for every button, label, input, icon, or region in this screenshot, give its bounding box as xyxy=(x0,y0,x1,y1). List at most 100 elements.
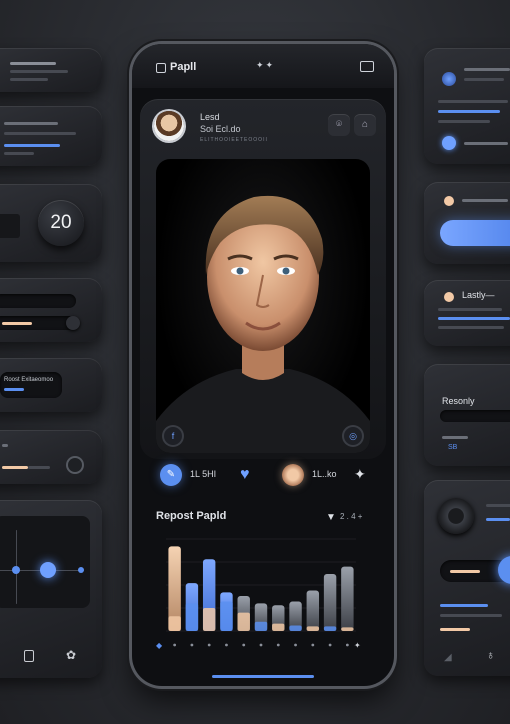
stat-right: 1L..ko xyxy=(312,469,337,479)
chart-bar-secondary[interactable] xyxy=(272,623,285,631)
status-dot-peach xyxy=(444,196,454,206)
slider-track[interactable] xyxy=(440,410,510,422)
profile-card: Lesd Soi Ecl.do ELITHOOIEETEOOOII ⌾ ⌂ f … xyxy=(140,99,386,459)
counter-widget[interactable]: 20 xyxy=(0,184,102,262)
chart-bar-secondary[interactable] xyxy=(306,626,320,631)
footer-icon-right[interactable]: ✦ xyxy=(354,641,361,650)
counter-dial[interactable]: 20 xyxy=(38,200,84,246)
bookmark-icon[interactable]: ▼ xyxy=(326,512,336,523)
primary-toggle[interactable] xyxy=(440,220,510,246)
text-line xyxy=(440,614,502,617)
text-line xyxy=(464,78,504,81)
chart-bar[interactable] xyxy=(306,590,320,631)
phone-screen: Papll ✦✦ Lesd Soi Ecl.do ELITHOOIEETEOOO… xyxy=(132,44,394,686)
chart-tick-mark xyxy=(345,643,349,647)
progress-fill xyxy=(2,466,28,469)
camera-button[interactable]: ⌾ xyxy=(328,114,350,136)
lock-icon[interactable] xyxy=(24,650,34,662)
left-widget-2[interactable] xyxy=(0,106,102,166)
action-row: ✎ 1L 5HI ♥ 1L..ko ✦ xyxy=(132,464,394,494)
chart-tick-mark xyxy=(190,643,194,647)
app-logo-icon xyxy=(156,63,166,73)
left-widget-toggle[interactable] xyxy=(0,430,102,484)
avatar[interactable] xyxy=(154,111,184,141)
heart-icon[interactable]: ♥ xyxy=(240,466,250,484)
right-widget-1[interactable] xyxy=(424,48,510,164)
label-field[interactable] xyxy=(0,372,62,398)
status-dot-peach xyxy=(444,292,454,302)
chart-bar-secondary[interactable] xyxy=(254,621,268,631)
chart-bar[interactable] xyxy=(323,573,337,631)
right-widget-slider[interactable]: Resonly SB xyxy=(424,364,510,466)
chart-tick-mark xyxy=(311,643,315,647)
chart-bar-secondary[interactable] xyxy=(289,625,302,631)
left-graph-widget[interactable]: ✿ xyxy=(0,500,102,678)
chart-bar[interactable] xyxy=(341,566,354,631)
record-button[interactable] xyxy=(438,498,474,534)
footer-icon-left[interactable]: ◆ xyxy=(156,641,162,650)
avatar-small[interactable] xyxy=(442,72,456,86)
slider-track[interactable] xyxy=(0,294,76,308)
info-title: Lastly— xyxy=(462,290,495,300)
app-title: Papll xyxy=(170,61,197,73)
text-line xyxy=(438,308,502,311)
chart-tick-mark xyxy=(259,643,263,647)
chart-tick-mark xyxy=(328,643,332,647)
status-dot-blue[interactable] xyxy=(442,136,456,150)
chart-bar-secondary[interactable] xyxy=(185,603,199,631)
settings-icon[interactable]: ✿ xyxy=(66,648,76,662)
text-line xyxy=(438,100,508,103)
chart-bar-secondary[interactable] xyxy=(168,616,181,631)
progress-fill xyxy=(440,628,470,631)
star-icon[interactable]: ✦ xyxy=(354,466,366,483)
graph-point xyxy=(12,566,20,574)
volume-fill xyxy=(450,570,480,573)
chart-bar-secondary[interactable] xyxy=(220,601,233,631)
right-widget-info[interactable]: Lastly— xyxy=(424,280,510,346)
chart-bar-secondary[interactable] xyxy=(341,627,354,631)
text-line xyxy=(10,78,48,81)
chart-bar-secondary[interactable] xyxy=(323,626,337,631)
slider-knob[interactable] xyxy=(66,316,80,330)
profile-button[interactable] xyxy=(282,464,304,486)
text-line xyxy=(438,110,500,113)
right-widget-controls[interactable]: ◢ ♁ xyxy=(424,480,510,676)
instagram-icon[interactable]: ◎ xyxy=(344,427,362,445)
slider-title: Resonly xyxy=(442,396,475,406)
text-line xyxy=(464,68,510,71)
chart-bar-secondary[interactable] xyxy=(237,612,250,631)
edit-icon[interactable]: ◢ xyxy=(444,652,452,663)
text-line xyxy=(486,504,510,507)
text-line xyxy=(438,120,490,123)
graph-point-active[interactable] xyxy=(40,562,56,578)
text-line xyxy=(486,518,510,521)
left-widget-label[interactable]: Roost Exitaeomoo xyxy=(0,358,102,412)
chart-tick-mark xyxy=(294,643,297,647)
graph-panel xyxy=(0,516,90,608)
toggle-button[interactable] xyxy=(68,458,82,472)
chart-tick-mark xyxy=(242,643,246,647)
chart-bar-secondary[interactable] xyxy=(202,608,216,631)
home-indicator[interactable] xyxy=(212,675,314,678)
share-button[interactable]: ⌂ xyxy=(354,114,376,136)
header-icons[interactable]: ✦✦ xyxy=(256,60,275,71)
right-widget-toggle[interactable] xyxy=(424,182,510,264)
text-line xyxy=(4,132,76,135)
left-widget-1[interactable] xyxy=(0,48,102,92)
widget-label: Roost Exitaeomoo xyxy=(4,377,54,383)
text-line xyxy=(10,62,56,65)
small-value: SB xyxy=(448,444,458,451)
text-line xyxy=(462,199,508,202)
text-line xyxy=(440,604,488,607)
profile-name: Lesd xyxy=(200,112,220,122)
edit-button[interactable]: ✎ xyxy=(160,464,182,486)
text-line xyxy=(464,142,508,145)
slider-widget[interactable] xyxy=(0,278,102,342)
location-icon[interactable]: ♁ xyxy=(486,648,495,662)
status-icon xyxy=(360,61,374,72)
divider xyxy=(0,214,20,238)
text-line xyxy=(438,317,510,320)
profile-subline: ELITHOOIEETEOOOII xyxy=(200,137,268,143)
chart-tick-mark xyxy=(173,643,177,647)
facebook-icon[interactable]: f xyxy=(164,427,182,445)
